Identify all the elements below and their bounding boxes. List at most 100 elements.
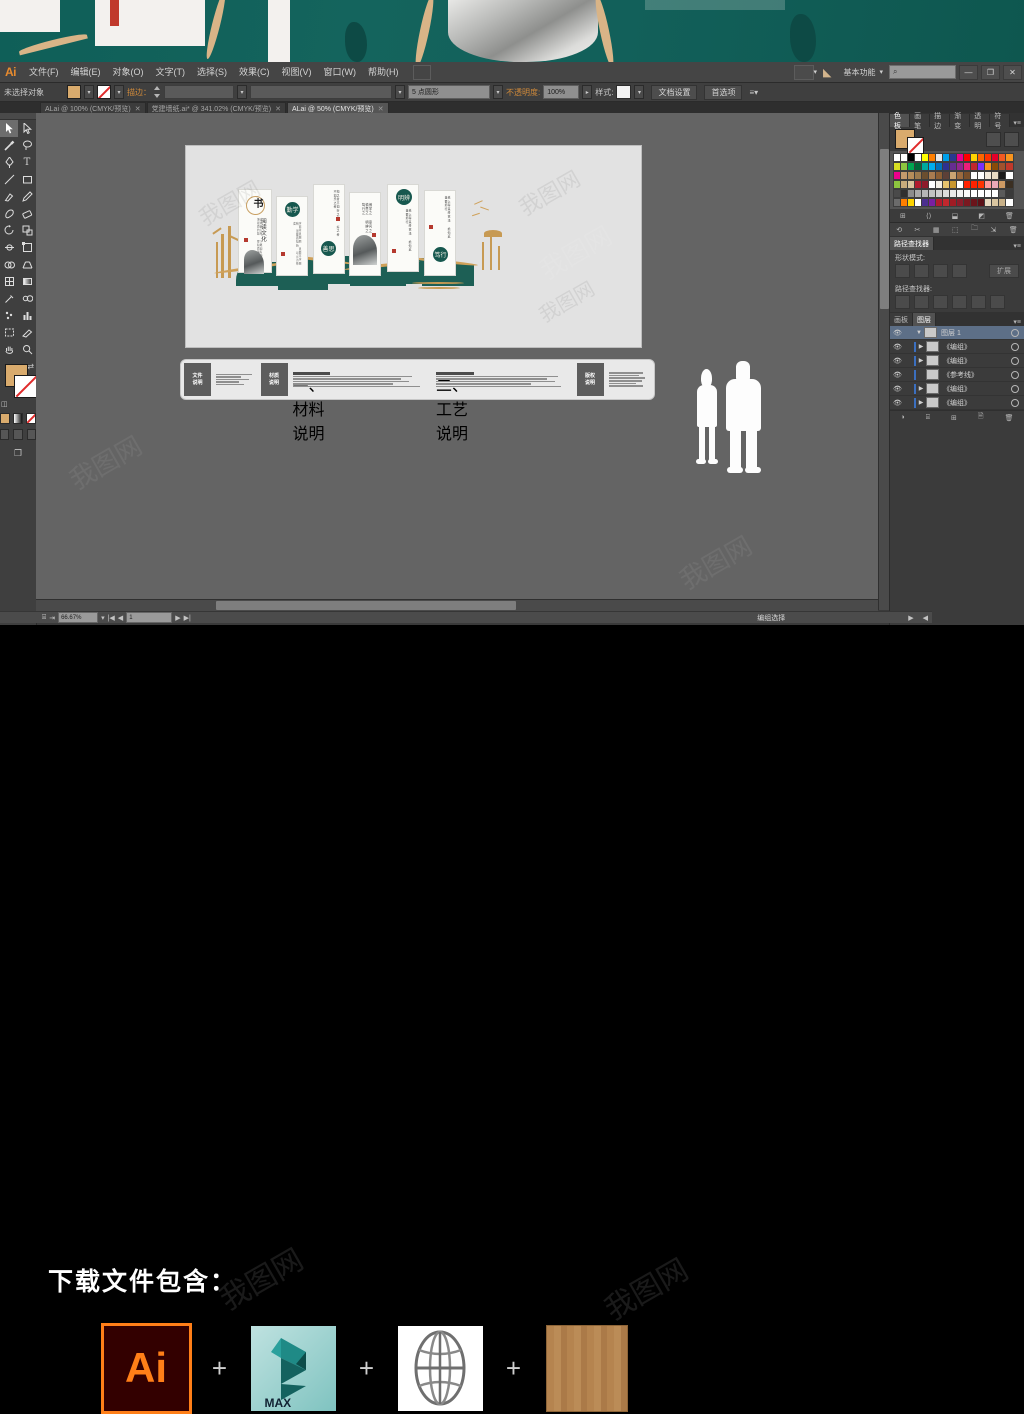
status-menu-icon-bottom[interactable]: ▶ bbox=[908, 614, 913, 622]
close-button[interactable]: ✕ bbox=[1003, 65, 1022, 80]
layer-row[interactable]: 👁▶《编组》 bbox=[890, 354, 1024, 368]
next-artboard-icon-bottom[interactable]: ▶ bbox=[175, 614, 180, 622]
eyedropper-tool[interactable] bbox=[0, 290, 18, 307]
workspace-label[interactable]: 基本功能 bbox=[839, 67, 879, 78]
stroke-stepper[interactable] bbox=[154, 86, 161, 98]
default-fill-stroke-icon[interactable]: ◫ bbox=[1, 400, 8, 408]
pen-tool[interactable] bbox=[0, 154, 18, 171]
perspective-grid-tool[interactable] bbox=[18, 256, 36, 273]
layer-visibility-icon[interactable]: 👁 bbox=[890, 329, 905, 337]
tab-layers[interactable]: 图层 bbox=[913, 313, 936, 326]
layer-visibility-icon[interactable]: 👁 bbox=[890, 385, 905, 393]
last-artboard-icon-bottom[interactable]: ▶| bbox=[184, 614, 191, 622]
swap-fill-stroke-icon[interactable]: ⇄ bbox=[27, 362, 34, 371]
layer-target-icon[interactable] bbox=[1011, 371, 1019, 379]
trim-icon[interactable] bbox=[914, 295, 929, 309]
layer-row[interactable]: 👁▶《编组》 bbox=[890, 396, 1024, 410]
hand-tool[interactable] bbox=[0, 341, 18, 358]
zoom-dropdown-icon-bottom[interactable]: ▾ bbox=[101, 614, 105, 622]
swatch-cell[interactable] bbox=[1005, 171, 1014, 180]
stroke-swatch[interactable] bbox=[97, 85, 111, 99]
workspace-dropdown-icon[interactable]: ▾ bbox=[879, 68, 889, 76]
layer-visibility-icon[interactable]: 👁 bbox=[890, 343, 905, 351]
selection-tool[interactable] bbox=[0, 120, 18, 137]
prev-artboard-icon-bottom[interactable]: ◀ bbox=[118, 614, 123, 622]
type-tool[interactable]: T bbox=[18, 154, 36, 171]
menu-object[interactable]: 对象(O) bbox=[107, 62, 150, 82]
swatch-cell[interactable] bbox=[1005, 189, 1014, 198]
layer-row[interactable]: 👁▼图层 1 bbox=[890, 326, 1024, 340]
layers-panel-menu-icon[interactable]: ▾≡ bbox=[1010, 318, 1024, 326]
preferences-button[interactable]: 首选项 bbox=[704, 85, 742, 100]
workspace-caret-icon[interactable]: ▾ bbox=[814, 68, 824, 76]
direct-selection-tool[interactable] bbox=[18, 120, 36, 137]
expand-button[interactable]: 扩展 bbox=[989, 264, 1019, 278]
swatch-cell[interactable] bbox=[1005, 153, 1014, 162]
document-tab-3-close-icon[interactable]: ✕ bbox=[378, 105, 384, 113]
wall-panel-2[interactable]: 勤学 学而不思则罔 思而不学则殆 温故而知新 可以为师矣 bbox=[276, 196, 308, 276]
new-sublayer-icon[interactable]: ⊞ bbox=[951, 414, 957, 422]
menu-view[interactable]: 视图(V) bbox=[276, 62, 318, 82]
layer-visibility-icon[interactable]: 👁 bbox=[890, 357, 905, 365]
document-tab-2-close-icon[interactable]: ✕ bbox=[275, 105, 281, 113]
first-artboard-icon-bottom[interactable]: |◀ bbox=[108, 614, 115, 622]
stroke-dropdown-icon[interactable]: ▾ bbox=[114, 85, 124, 99]
layer-target-icon[interactable] bbox=[1011, 343, 1019, 351]
exclude-icon[interactable] bbox=[952, 264, 967, 278]
menu-file[interactable]: 文件(F) bbox=[23, 62, 65, 82]
swatch-options-icon[interactable]: ⬓ bbox=[952, 212, 959, 220]
cc-share-icon[interactable]: ◣ bbox=[823, 66, 839, 79]
layer-target-icon[interactable] bbox=[1011, 329, 1019, 337]
specification-strip[interactable]: 文件 说明 材质 说明 一、材料说明 bbox=[180, 359, 655, 400]
gradient-tool[interactable] bbox=[18, 273, 36, 290]
tab-swatches[interactable]: 色板 bbox=[890, 114, 910, 127]
dock-row-icon-5[interactable]: 🗀 bbox=[971, 224, 978, 235]
menu-effect[interactable]: 效果(C) bbox=[233, 62, 276, 82]
column-graph-tool[interactable] bbox=[18, 307, 36, 324]
blend-tool[interactable] bbox=[18, 290, 36, 307]
layer-visibility-icon[interactable]: 👁 bbox=[890, 399, 905, 407]
dock-row-icon-2[interactable]: ✂ bbox=[915, 226, 921, 234]
tab-pathfinder[interactable]: 路径查找器 bbox=[890, 237, 934, 250]
divide-icon[interactable] bbox=[895, 295, 910, 309]
artboard-tool[interactable] bbox=[0, 324, 18, 341]
width-profile-dropdown-icon[interactable]: ▾ bbox=[395, 85, 405, 99]
document-setup-button[interactable]: 文档设置 bbox=[651, 85, 697, 100]
layer-target-icon[interactable] bbox=[1011, 385, 1019, 393]
fill-swatch[interactable] bbox=[67, 85, 81, 99]
unite-icon[interactable] bbox=[895, 264, 910, 278]
layers-list[interactable]: 👁▼图层 1👁▶《编组》👁▶《编组》👁《参考线》👁▶《编组》👁▶《编组》 bbox=[890, 326, 1024, 410]
wall-panel-3[interactable]: 知之者不如好之者 好之者不如乐之者 善思 bbox=[313, 184, 345, 274]
opacity-value-field[interactable]: 100% bbox=[543, 85, 579, 99]
dock-row-icon-4[interactable]: ⬚ bbox=[952, 226, 959, 234]
new-layer-icon[interactable]: 🗎 bbox=[978, 412, 984, 423]
scale-tool[interactable] bbox=[18, 222, 36, 239]
layer-disclosure-icon[interactable]: ▶ bbox=[916, 357, 926, 364]
eraser-tool[interactable] bbox=[18, 205, 36, 222]
wall-panel-6[interactable]: 纸上得来终觉浅 绝知此事要躬行 笃行 bbox=[424, 190, 456, 276]
swatch-cell[interactable] bbox=[1005, 198, 1014, 207]
merge-icon[interactable] bbox=[933, 295, 948, 309]
menu-type[interactable]: 文字(T) bbox=[150, 62, 192, 82]
dock-stroke-swatch[interactable] bbox=[907, 137, 924, 154]
dock-row-icon-1[interactable]: ⟲ bbox=[896, 226, 902, 234]
layer-visibility-icon[interactable]: 👁 bbox=[890, 371, 905, 379]
swatches-panel-menu-icon[interactable]: ▾≡ bbox=[1010, 119, 1024, 127]
screen-mode-button[interactable]: ❐ bbox=[0, 448, 36, 459]
minus-back-icon[interactable] bbox=[990, 295, 1005, 309]
status-resize-icon-bottom[interactable]: ◀ bbox=[923, 614, 928, 622]
document-tab-1-close-icon[interactable]: ✕ bbox=[135, 105, 141, 113]
layer-disclosure-icon[interactable]: ▼ bbox=[914, 330, 924, 336]
make-clipping-mask-icon[interactable]: ◑ bbox=[901, 414, 905, 421]
minus-front-icon[interactable] bbox=[914, 264, 929, 278]
draw-inside-button[interactable] bbox=[27, 429, 36, 440]
tab-gradient[interactable]: 渐变 bbox=[950, 114, 970, 127]
width-tool[interactable] bbox=[0, 239, 18, 256]
tab-brushes[interactable]: 画笔 bbox=[910, 114, 930, 127]
tab-symbols[interactable]: 符号 bbox=[990, 114, 1010, 127]
swatch-cell[interactable] bbox=[1005, 180, 1014, 189]
artboard-export-icon-bottom[interactable]: ⇥ bbox=[49, 614, 55, 622]
maximize-button[interactable]: ❐ bbox=[981, 65, 1000, 80]
tools-panel-grip[interactable] bbox=[0, 113, 36, 120]
swatch-grid[interactable] bbox=[890, 151, 1024, 209]
